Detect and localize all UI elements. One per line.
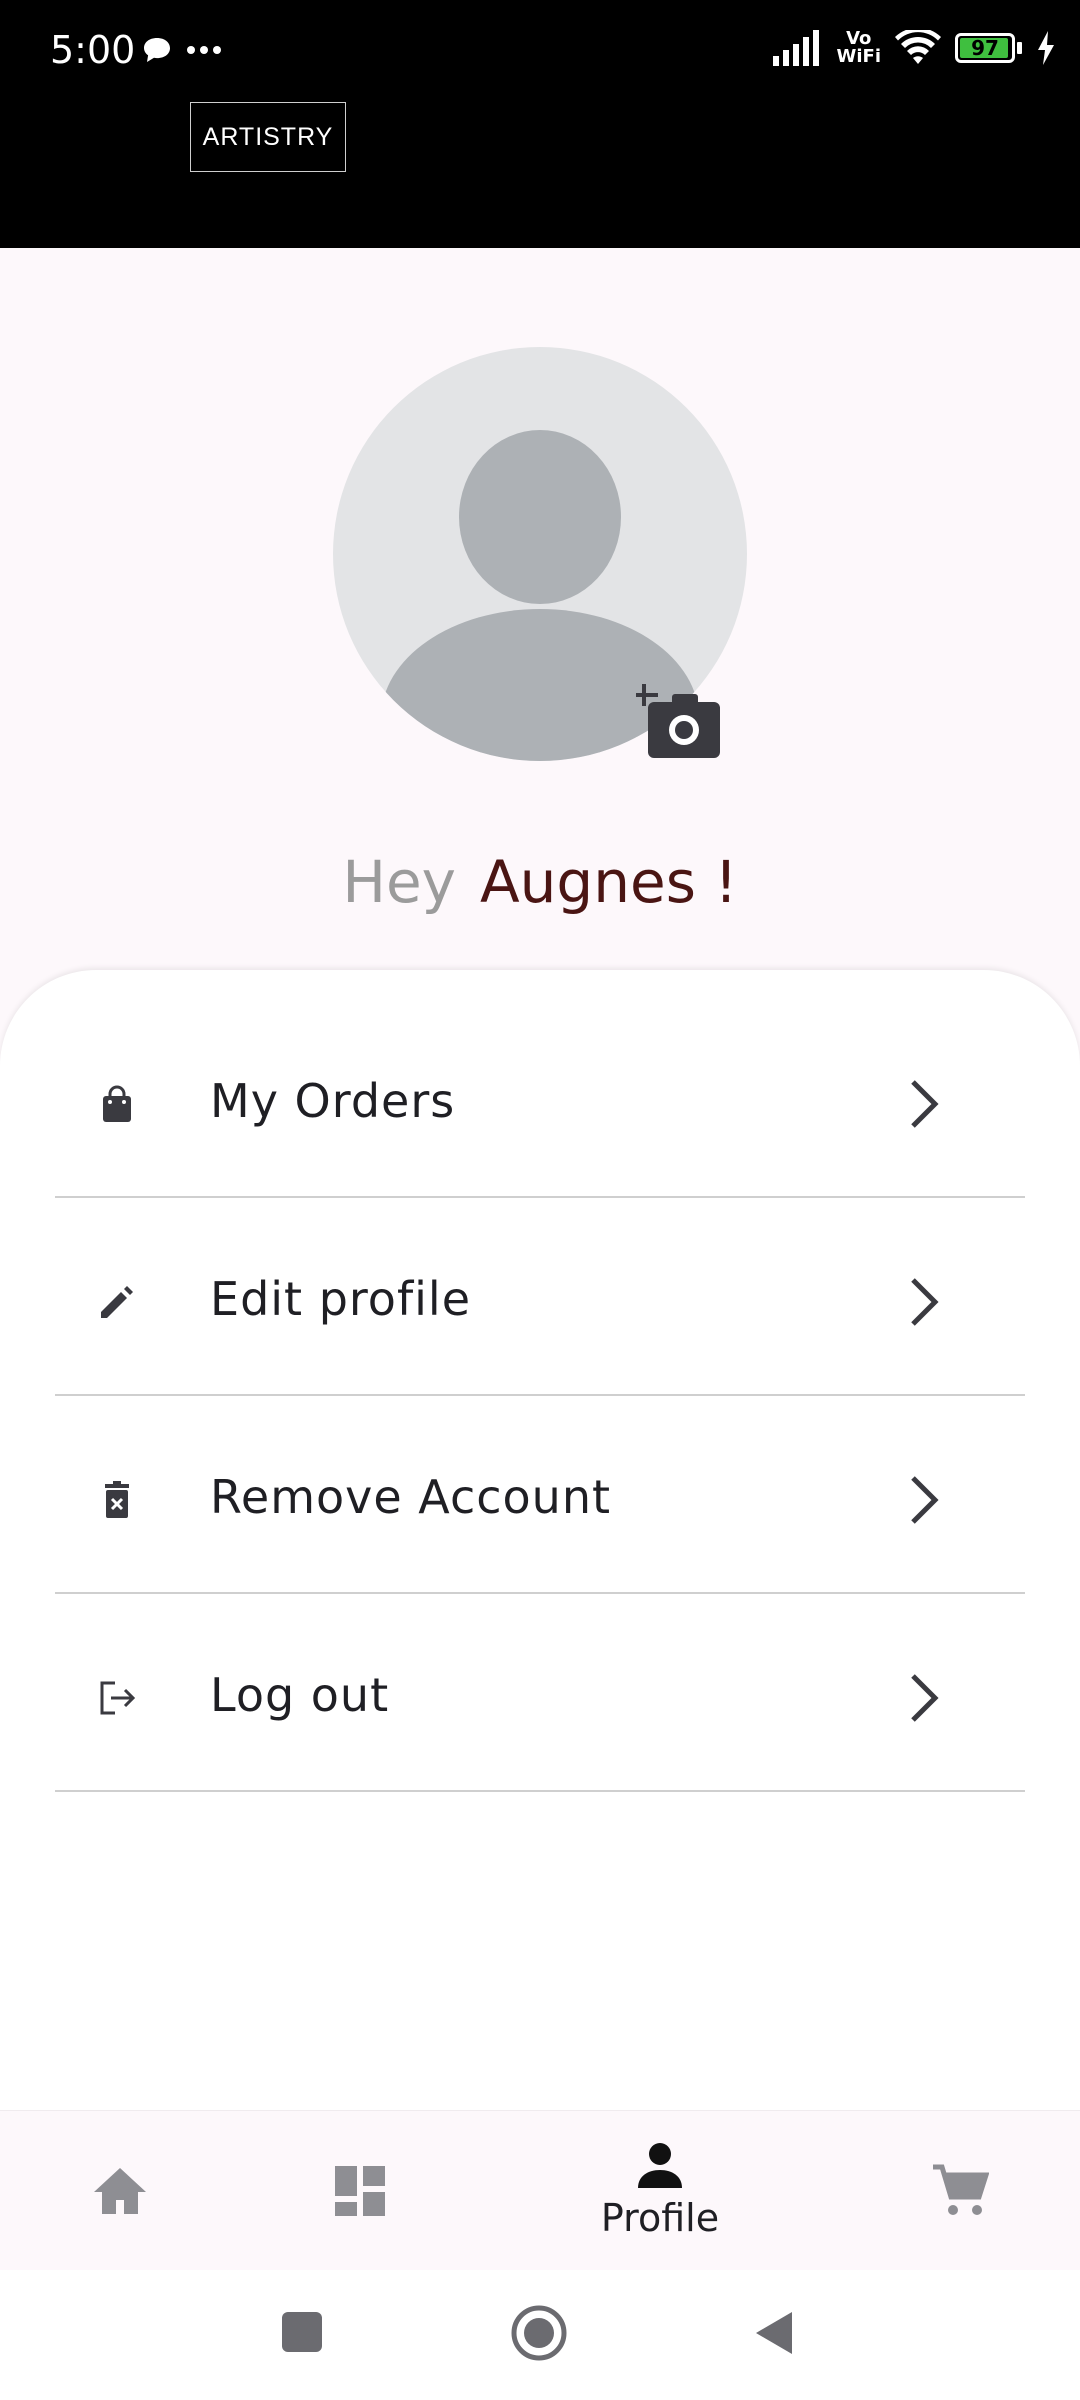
system-navigation-bar xyxy=(0,2270,1080,2400)
app-header: ARTISTRY xyxy=(0,102,1080,248)
battery-level: 97 xyxy=(971,36,999,60)
person-icon xyxy=(638,2143,682,2188)
dashboard-icon xyxy=(335,2166,385,2216)
menu-label: Remove Account xyxy=(210,1470,612,1524)
bottom-navigation: Profile xyxy=(0,2110,1080,2271)
back-triangle-icon[interactable] xyxy=(754,2310,794,2356)
wifi-icon xyxy=(895,30,941,64)
chevron-right-icon xyxy=(911,1278,939,1326)
logout-icon xyxy=(100,1681,136,1715)
recents-square-icon[interactable] xyxy=(282,2312,322,2352)
profile-menu: My Orders Edit profile Remove Account Lo… xyxy=(0,970,1080,2110)
nav-item-dashboard[interactable] xyxy=(320,2111,400,2271)
cart-icon xyxy=(933,2164,989,2215)
home-circle-icon[interactable] xyxy=(510,2304,568,2362)
user-name: Augnes ! xyxy=(480,848,738,916)
shopping-bag-icon xyxy=(103,1085,131,1122)
chat-bubble-icon xyxy=(144,38,170,62)
menu-item-log-out[interactable]: Log out xyxy=(55,1596,1025,1792)
chevron-right-icon xyxy=(911,1476,939,1524)
menu-item-my-orders[interactable]: My Orders xyxy=(55,1002,1025,1198)
charging-bolt-icon xyxy=(1038,31,1054,65)
pencil-icon xyxy=(101,1286,133,1318)
status-time: 5:00 xyxy=(50,28,136,72)
chevron-right-icon xyxy=(911,1674,939,1722)
battery-indicator: 97 xyxy=(955,33,1022,63)
home-icon xyxy=(94,2168,146,2214)
brand-logo: ARTISTRY xyxy=(190,102,346,172)
nav-label-profile: Profile xyxy=(600,2196,720,2240)
menu-label: Log out xyxy=(210,1668,390,1722)
more-dots-icon xyxy=(187,46,221,54)
vowifi-indicator: Vo WiFi xyxy=(836,28,882,67)
menu-label: Edit profile xyxy=(210,1272,472,1326)
delete-icon xyxy=(105,1481,129,1518)
nav-item-home[interactable] xyxy=(80,2111,160,2271)
status-bar: 5:00 Vo WiFi 97 xyxy=(0,0,1080,102)
avatar-head-shape xyxy=(459,430,621,604)
chevron-right-icon xyxy=(911,1080,939,1128)
nav-item-cart[interactable] xyxy=(920,2111,1000,2271)
greeting-prefix: Hey xyxy=(342,848,456,916)
menu-item-edit-profile[interactable]: Edit profile xyxy=(55,1200,1025,1396)
signal-icon xyxy=(772,30,819,66)
greeting: Hey Augnes ! xyxy=(0,848,1080,916)
add-photo-camera-icon[interactable] xyxy=(636,682,720,760)
menu-item-remove-account[interactable]: Remove Account xyxy=(55,1398,1025,1594)
nav-item-profile[interactable]: Profile xyxy=(580,2111,740,2271)
menu-label: My Orders xyxy=(210,1074,456,1128)
